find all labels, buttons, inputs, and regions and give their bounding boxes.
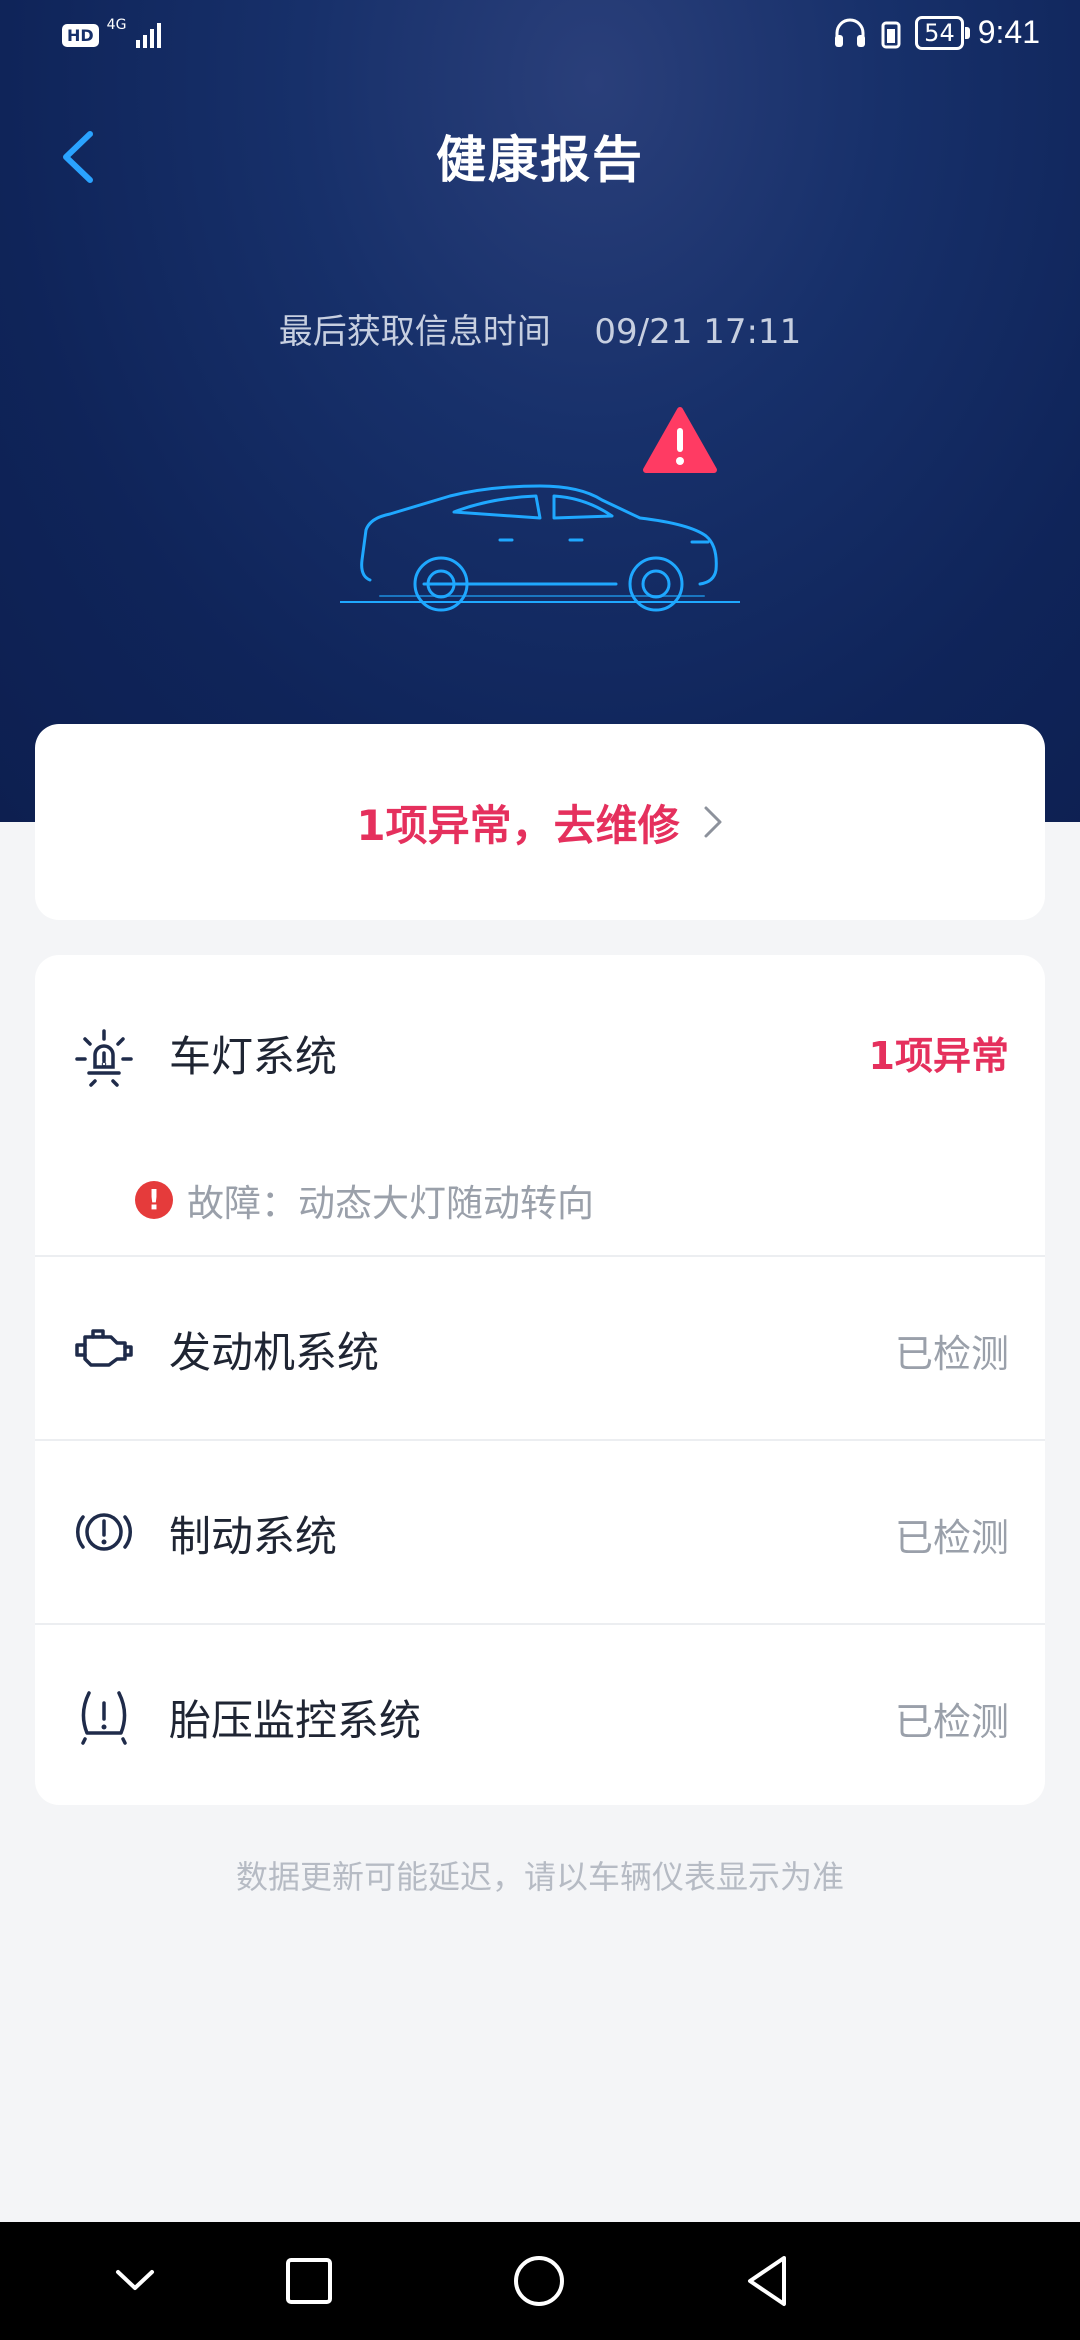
page-title: 健康报告 bbox=[436, 131, 644, 189]
last-update-label: 最后获取信息时间 bbox=[278, 312, 551, 352]
system-status: 已检测 bbox=[894, 1700, 1009, 1744]
system-row-brake[interactable]: 制动系统 已检测 bbox=[35, 1441, 1045, 1623]
repair-alert-card[interactable]: 1项异常，去维修 bbox=[35, 724, 1045, 920]
last-update: 最后获取信息时间 09/21 17:11 bbox=[0, 304, 1080, 353]
fault-text: 故障：动态大灯随动转向 bbox=[187, 1182, 594, 1225]
system-label: 发动机系统 bbox=[169, 1328, 380, 1377]
status-left: HD 4G bbox=[62, 17, 164, 50]
back-icon[interactable] bbox=[736, 2248, 802, 2314]
warning-icon bbox=[643, 407, 717, 473]
signal-icon bbox=[136, 23, 162, 48]
clock: 9:41 bbox=[977, 14, 1040, 50]
system-label: 胎压监控系统 bbox=[169, 1696, 422, 1745]
system-nav-bar bbox=[0, 2222, 1080, 2340]
car-outline-icon bbox=[340, 484, 740, 612]
nav-down-icon[interactable] bbox=[102, 2248, 168, 2314]
system-status: 1项异常 bbox=[868, 1034, 1009, 1078]
system-label: 车灯系统 bbox=[169, 1032, 338, 1081]
last-update-time: 09/21 17:11 bbox=[594, 312, 802, 352]
recent-apps-icon[interactable] bbox=[276, 2248, 342, 2314]
status-bar: HD 4G 54 9:41 bbox=[0, 0, 1080, 80]
system-status: 已检测 bbox=[894, 1332, 1009, 1376]
system-row-engine[interactable]: 发动机系统 已检测 bbox=[35, 1257, 1045, 1439]
system-row-lights[interactable]: 车灯系统 1项异常 ! 故障：动态大灯随动转向 bbox=[35, 955, 1045, 1255]
error-icon: ! bbox=[135, 1181, 173, 1219]
system-status: 已检测 bbox=[894, 1516, 1009, 1560]
tire-pressure-icon bbox=[81, 1691, 127, 1745]
device-icon bbox=[881, 21, 901, 48]
network-label: 4G bbox=[106, 17, 127, 33]
fault-item: ! 故障：动态大灯随动转向 bbox=[135, 1173, 594, 1227]
status-right: 54 9:41 bbox=[833, 14, 1040, 51]
engine-icon bbox=[75, 1329, 133, 1367]
home-icon[interactable] bbox=[506, 2248, 572, 2314]
battery-indicator: 54 bbox=[915, 15, 970, 50]
system-label: 制动系统 bbox=[169, 1512, 338, 1561]
car-illustration bbox=[340, 407, 740, 612]
systems-list: 车灯系统 1项异常 ! 故障：动态大灯随动转向 发动机系统 已检测 制动系统 已… bbox=[35, 955, 1045, 1805]
headphones-icon bbox=[835, 18, 866, 47]
light-icon bbox=[75, 1029, 133, 1087]
brake-icon bbox=[75, 1513, 133, 1551]
disclaimer-text: 数据更新可能延迟，请以车辆仪表显示为准 bbox=[235, 1858, 844, 1896]
system-row-tire-pressure[interactable]: 胎压监控系统 已检测 bbox=[35, 1625, 1045, 1805]
hd-badge: HD bbox=[62, 23, 99, 47]
repair-alert-text: 1项异常，去维修 bbox=[356, 800, 680, 850]
chevron-right-icon bbox=[704, 806, 722, 838]
